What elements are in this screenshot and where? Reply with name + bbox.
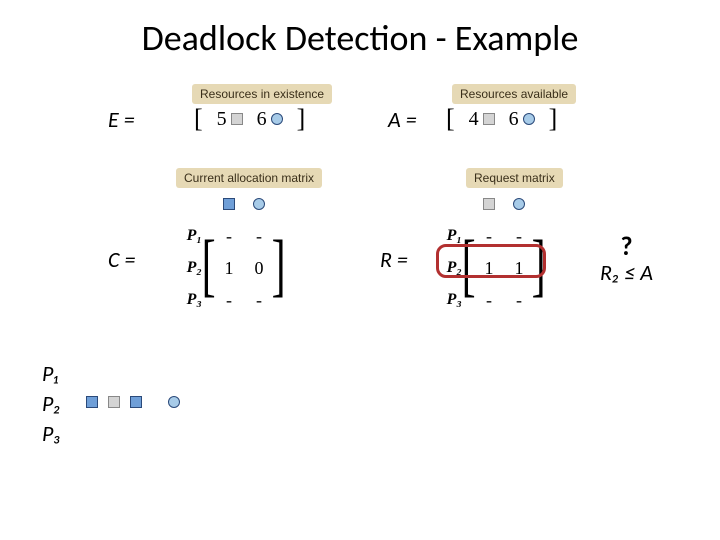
- process-label: P₂: [42, 390, 61, 420]
- process-label: P₃: [42, 420, 61, 450]
- bracket-right-icon: ]: [549, 104, 558, 134]
- label-resources-existence: Resources in existence: [192, 84, 332, 104]
- page-title: Deadlock Detection - Example: [0, 0, 720, 60]
- vector-A-label: A =: [388, 106, 417, 133]
- vector-E-label: E =: [108, 106, 135, 133]
- circle-icon: [271, 113, 283, 125]
- bracket-right-icon: ]: [297, 104, 306, 134]
- annotation-rel: R₂ ≤ A: [600, 259, 653, 286]
- label-request-matrix: Request matrix: [466, 168, 563, 188]
- vector-A: [ 4 6 ]: [446, 104, 557, 134]
- slide-stage: Resources in existence Resources availab…: [0, 70, 720, 540]
- square-icon: [231, 113, 243, 125]
- process-label: P₁: [42, 360, 61, 390]
- matrix-cell: -: [256, 290, 262, 311]
- annotation-q: ?: [600, 232, 653, 261]
- square-icon: [86, 396, 98, 408]
- process-list: P₁ P₂ P₃: [42, 360, 61, 450]
- highlight-box: [436, 244, 546, 278]
- label-resources-available: Resources available: [452, 84, 576, 104]
- square-icon: [130, 396, 142, 408]
- matrix-R-label: R =: [380, 246, 408, 273]
- square-icon: [108, 396, 120, 408]
- matrix-cell: -: [226, 290, 232, 311]
- circle-icon: [523, 113, 535, 125]
- matrix-cell: -: [486, 290, 492, 311]
- matrix-C: P₁ [ - - ] P₂ 1 0 P₃ - -: [180, 188, 284, 316]
- vector-A-val1: 6: [509, 108, 519, 131]
- circle-icon: [168, 396, 180, 408]
- circle-icon: [253, 198, 265, 210]
- bracket-left-icon: [: [446, 104, 455, 134]
- matrix-cell: -: [516, 290, 522, 311]
- matrix-cell: 0: [255, 258, 264, 279]
- square-icon: [483, 113, 495, 125]
- vector-A-val0: 4: [469, 108, 479, 131]
- matrix-cell: 1: [225, 258, 234, 279]
- p2-resource-icons: [86, 396, 180, 408]
- circle-icon: [513, 198, 525, 210]
- matrix-cell: -: [226, 226, 232, 247]
- matrix-C-label: C =: [108, 246, 135, 273]
- annotation: ? R₂ ≤ A: [600, 232, 653, 285]
- vector-E: [ 5 6 ]: [194, 104, 305, 134]
- square-icon: [483, 198, 495, 210]
- label-current-alloc: Current allocation matrix: [176, 168, 322, 188]
- vector-E-val1: 6: [257, 108, 267, 131]
- bracket-left-icon: [: [194, 104, 203, 134]
- square-icon: [223, 198, 235, 210]
- vector-E-val0: 5: [217, 108, 227, 131]
- matrix-cell: -: [256, 226, 262, 247]
